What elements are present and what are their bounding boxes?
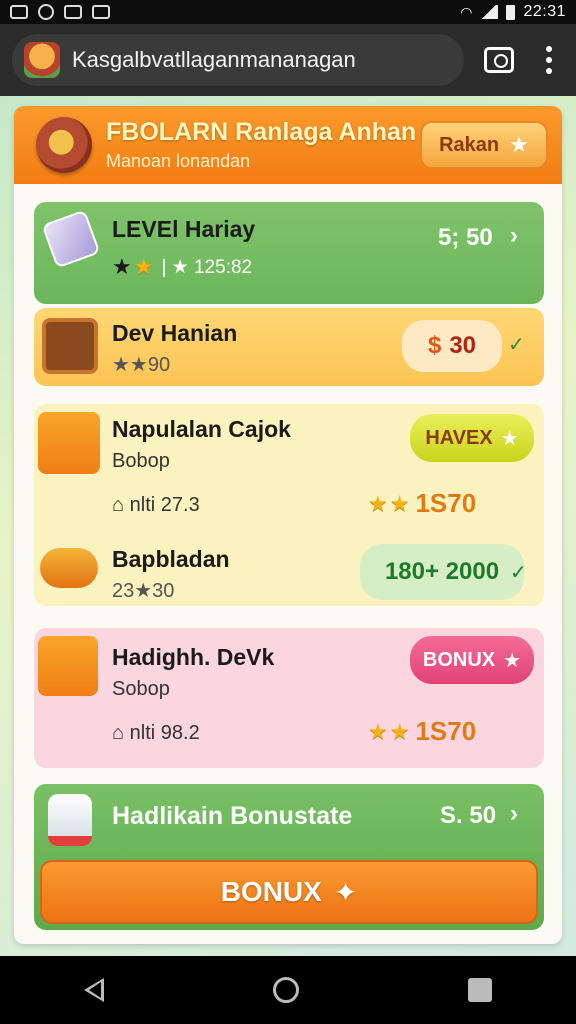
star-icon: ★ [368, 718, 388, 744]
header-text: FBOLARN Ranlaga Anhan Manoan lonandan [106, 118, 416, 172]
bapbladan-value-badge[interactable]: 180+ 2000 [360, 544, 524, 600]
overflow-menu-icon[interactable] [534, 46, 564, 74]
napulalan-title: Napulalan Cajok [112, 416, 291, 442]
level-card[interactable]: LEVEl Hariay ★ ★ | ★ 125:82 5; 50 › [34, 202, 544, 304]
check-icon: ✓ [510, 562, 527, 584]
panel-header: FBOLARN Ranlaga Anhan Manoan lonandan Ra… [14, 106, 562, 184]
ticket-icon [41, 209, 101, 269]
browser-toolbar: Kasgalbvatllaganmananagan [0, 24, 576, 96]
star-icon: ★ [368, 490, 388, 516]
status-bar: ◠ 22:31 [0, 0, 576, 24]
url-text: Kasgalbvatllaganmananagan [72, 47, 356, 72]
check-icon: ✓ [508, 334, 525, 356]
star-icon: ★ [509, 132, 529, 157]
star-icon: ★ [389, 718, 410, 744]
dev-meta: ★★90 [112, 354, 171, 376]
battery-icon [506, 4, 516, 20]
chevron-right-icon: › [510, 800, 518, 827]
napulalan-value-text: 1S70 [415, 488, 477, 518]
dev-title: Dev Hanian [112, 320, 238, 346]
system-nav-bar [0, 956, 576, 1024]
status-right: ◠ 22:31 [460, 3, 566, 21]
chevron-right-icon: › [510, 222, 518, 249]
recents-icon[interactable] [467, 978, 492, 1002]
bonux-badge-label: BONUX [422, 648, 496, 671]
hadighh-value: ★ ★ 1S70 [368, 716, 476, 747]
bapbladan-title: Bapbladan [112, 546, 230, 572]
napulalan-meta: ⌂ nlti 27.3 [112, 494, 200, 517]
lantern-icon [38, 412, 100, 474]
sync-icon [38, 4, 54, 20]
game-logo-icon [36, 117, 92, 173]
bonus-card: Hadlikain Bonustate S. 50 › BONUX ✦ [34, 784, 544, 930]
dev-badge-value: 30 [449, 332, 477, 359]
havex-button[interactable]: HAVEX ★ [410, 414, 534, 462]
coin-icon: $ [427, 332, 442, 359]
bucket-icon [38, 636, 98, 696]
bapbladan-meta: 23★30 [112, 580, 175, 602]
dev-value-badge[interactable]: $ 30 [402, 320, 502, 372]
hadighh-meta-text: nlti 98.2 [129, 722, 200, 744]
scroll-icon [40, 548, 98, 588]
header-subtitle: Manoan lonandan [106, 151, 251, 171]
picture-frame-icon [42, 318, 98, 374]
rakan-button[interactable]: Rakan ★ [420, 121, 548, 169]
cup-icon [48, 794, 92, 846]
offers-card: Napulalan Cajok Bobop HAVEX ★ ⌂ nlti 27.… [34, 404, 544, 606]
level-meta: | ★ 125:82 [161, 256, 253, 278]
havex-label: HAVEX [425, 426, 493, 449]
bonus-price: S. 50 [440, 802, 497, 829]
header-title: FBOLARN Ranlaga Anhan [106, 118, 417, 146]
home-icon[interactable] [272, 977, 299, 1003]
level-price: 5; 50 [438, 224, 493, 251]
rewards-panel: FBOLARN Ranlaga Anhan Manoan lonandan Ra… [14, 106, 562, 944]
dev-card[interactable]: Dev Hanian ★★90 $ 30 ✓ [34, 308, 544, 386]
back-icon[interactable] [84, 978, 105, 1002]
building-icon: ⌂ [112, 722, 125, 744]
bonus-title: Hadlikain Bonustate [112, 802, 353, 830]
bonux-button[interactable]: BONUX ✦ [40, 860, 538, 924]
building-icon: ⌂ [112, 494, 125, 516]
hadighh-title: Hadighh. DeVk [112, 644, 275, 670]
wifi-icon: ◠ [460, 3, 473, 20]
star-icon: ★ [112, 254, 132, 279]
bonux-badge-button[interactable]: BONUX ★ [410, 636, 534, 684]
image-icon [64, 5, 82, 19]
star-icon: ★ [133, 254, 154, 279]
bonux-button-label: BONUX [220, 876, 322, 907]
hadighh-meta: ⌂ nlti 98.2 [112, 722, 200, 745]
sparkle-icon: ✦ [333, 876, 358, 908]
napulalan-value: ★ ★ 1S70 [368, 488, 476, 519]
hadighh-value-text: 1S70 [415, 716, 477, 746]
signal-icon [480, 5, 499, 19]
status-time: 22:31 [523, 3, 566, 20]
rakan-button-label: Rakan [439, 133, 500, 156]
star-icon: ★ [389, 490, 410, 516]
url-bar[interactable]: Kasgalbvatllaganmananagan [12, 34, 464, 86]
napulalan-meta-text: nlti 27.3 [129, 494, 200, 516]
hadighh-sub: Sobop [112, 678, 170, 700]
level-rating: ★ ★ | ★ 125:82 [112, 254, 252, 280]
gallery-icon [10, 5, 28, 19]
site-favicon-icon [24, 42, 60, 78]
level-title: LEVEl Hariay [112, 216, 256, 242]
camera-icon[interactable] [484, 47, 514, 73]
hadighh-card: Hadighh. DeVk Sobop BONUX ★ ⌂ nlti 98.2 … [34, 628, 544, 768]
napulalan-sub: Bobop [112, 450, 170, 472]
star-icon: ★ [503, 649, 522, 672]
star-icon: ★ [500, 427, 519, 450]
bapbladan-badge-value: 180+ 2000 [384, 558, 500, 585]
notification-icon [92, 5, 110, 19]
